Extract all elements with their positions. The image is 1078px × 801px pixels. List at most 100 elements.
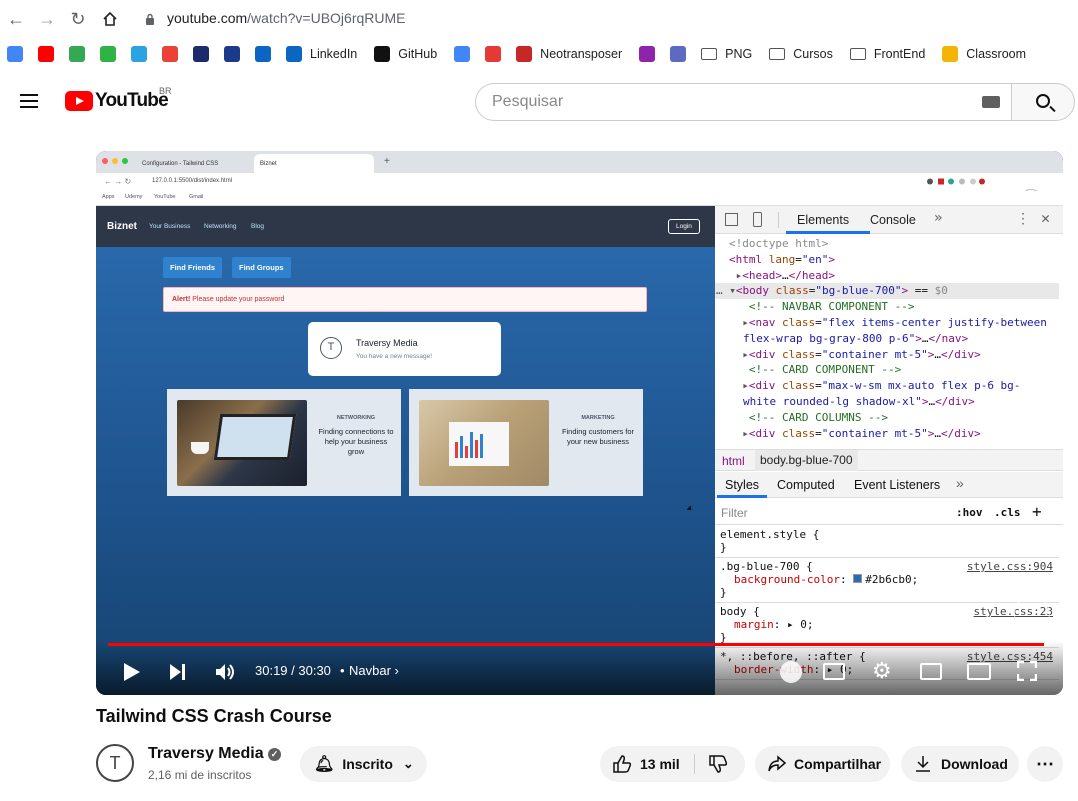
- share-button[interactable]: Compartilhar: [755, 746, 890, 782]
- bookmark-item[interactable]: LinkedIn: [279, 46, 367, 62]
- card-tag: NETWORKING: [336, 415, 376, 421]
- forward-icon[interactable]: →: [35, 7, 59, 31]
- bookmark-item[interactable]: [155, 46, 186, 62]
- video-browser-tabs: Configuration - Tailwind CSS Biznet +: [96, 151, 1063, 173]
- fullscreen-icon[interactable]: [1016, 660, 1038, 682]
- property-value: ▸ 0: [787, 618, 807, 631]
- channel-name: Traversy Media: [148, 745, 264, 762]
- tab-label: Configuration - Tailwind CSS: [142, 160, 219, 167]
- bookmark-item[interactable]: [62, 46, 93, 62]
- miniplayer-icon[interactable]: [920, 663, 942, 680]
- site-login-button: Login: [668, 219, 700, 234]
- reload-icon[interactable]: ↻: [66, 7, 90, 31]
- bell-icon: 🔔︎: [314, 756, 335, 773]
- bookmark-item[interactable]: Neotransposer: [509, 46, 632, 62]
- logo-text: YouTube: [95, 90, 169, 111]
- player-controls: [96, 641, 1063, 695]
- bookmark-label: Classroom: [966, 47, 1027, 61]
- translate-icon: [454, 46, 471, 62]
- bookmark-item[interactable]: FrontEnd: [843, 47, 935, 61]
- video-player[interactable]: Configuration - Tailwind CSS Biznet + ← …: [96, 151, 1063, 695]
- bookmark-item[interactable]: [447, 46, 478, 62]
- like-count: 13 mil: [640, 756, 680, 772]
- subscribed-button[interactable]: 🔔︎ Inscrito ⌄: [300, 746, 427, 782]
- dom-tree-line: <!doctype html>: [729, 237, 829, 250]
- youtube-play-icon: [65, 91, 93, 111]
- crumb-body: body.bg-blue-700: [755, 450, 858, 471]
- channel-watermark-icon[interactable]: [1014, 596, 1050, 632]
- subtitles-icon[interactable]: [823, 663, 845, 680]
- search-icon: [1036, 94, 1050, 108]
- bookmark-item[interactable]: [31, 46, 62, 62]
- autoplay-toggle[interactable]: [780, 661, 802, 683]
- bookmark-item[interactable]: [248, 46, 279, 62]
- home-icon[interactable]: [98, 7, 122, 31]
- whatsapp-icon: [100, 46, 116, 62]
- bookmark-item[interactable]: GitHub: [367, 46, 447, 62]
- site-card-networking: NETWORKING Finding connections to help y…: [167, 389, 401, 496]
- bookmark-item[interactable]: [632, 46, 663, 62]
- dislike-button[interactable]: [708, 754, 728, 777]
- progress-fill: [108, 643, 1045, 646]
- app-icon-4: [670, 46, 687, 62]
- subscriber-count: 2,16 mi de inscritos: [148, 768, 252, 782]
- address-bar[interactable]: youtube.com/watch?v=UBOj6rqRUME: [167, 10, 406, 26]
- bookmark-label: GitHub: [398, 47, 438, 61]
- bookmark-item[interactable]: [124, 46, 155, 62]
- device-icon: [753, 212, 762, 227]
- cls-toggle: .cls: [994, 506, 1021, 519]
- like-button[interactable]: [612, 754, 632, 777]
- bookmark-item[interactable]: [663, 46, 694, 62]
- outlook-icon: [255, 46, 271, 62]
- search-input[interactable]: Pesquisar: [475, 83, 1012, 121]
- youtube-logo[interactable]: YouTube BR: [65, 86, 172, 112]
- bookmark-item[interactable]: Classroom: [935, 46, 1036, 62]
- play-button[interactable]: [123, 662, 141, 687]
- bookmark-item[interactable]: [186, 46, 217, 62]
- alert-strong: Alert!: [172, 296, 191, 303]
- channel-name-row[interactable]: Traversy Media ✓: [148, 745, 282, 763]
- chapter-link[interactable]: Navbar ›: [349, 663, 399, 678]
- dom-tree: <!doctype html> <html lang="en"> ▸<head>……: [715, 236, 1059, 447]
- video-info: Tailwind CSS Crash Course T Traversy Med…: [96, 706, 1063, 782]
- styles-filter-bar: Filter :hov .cls +: [715, 499, 1063, 525]
- find-groups-button: Find Groups: [232, 257, 291, 278]
- card-tag: MARKETING: [581, 415, 615, 421]
- new-rule-icon: +: [1032, 502, 1042, 521]
- site-nav-item: Networking: [204, 223, 237, 230]
- bookmark-label: PNG: [725, 47, 753, 61]
- crumb-html: html: [722, 454, 745, 468]
- search-button[interactable]: [1011, 83, 1075, 121]
- dom-tree-line: ▸<head>…</head>: [735, 268, 835, 282]
- devtools-tab-elements: Elements: [797, 213, 850, 227]
- bookmark-item[interactable]: Cursos: [762, 47, 843, 61]
- bookmark-item[interactable]: [0, 46, 31, 62]
- search-placeholder: Pesquisar: [492, 93, 564, 110]
- video-extension-icons: [926, 177, 986, 186]
- next-button[interactable]: [169, 663, 187, 686]
- bookmark-item[interactable]: [478, 46, 509, 62]
- dom-tree-line: ▸<div class="container mt-5">…</div>: [742, 347, 981, 361]
- download-button[interactable]: Download: [901, 746, 1019, 782]
- bookmark-item[interactable]: PNG: [694, 47, 762, 61]
- settings-icon[interactable]: ⚙: [872, 660, 892, 682]
- lock-icon[interactable]: [145, 12, 155, 30]
- bookmark-item[interactable]: [217, 46, 248, 62]
- theater-mode-icon[interactable]: [967, 663, 991, 680]
- toast-text: You have a new message!: [356, 353, 433, 360]
- video-address-bar: ← → ↻ 127.0.0.1:5500/dist/index.html i: [96, 173, 1063, 211]
- channel-avatar[interactable]: T: [96, 744, 134, 782]
- keyboard-icon[interactable]: [982, 96, 1000, 108]
- menu-icon[interactable]: [20, 94, 38, 112]
- bookmark-item[interactable]: [93, 46, 124, 62]
- address-path: /watch?v=UBOj6rqRUME: [247, 10, 406, 26]
- volume-icon[interactable]: [215, 662, 237, 687]
- mouse-cursor-icon: [686, 505, 694, 513]
- share-icon: [768, 755, 787, 772]
- dom-tree-line: <!-- CARD COLUMNS -->: [748, 410, 888, 424]
- more-actions-button[interactable]: ⋯: [1027, 746, 1063, 782]
- back-icon[interactable]: ←: [4, 7, 28, 31]
- chevron-down-icon: ⌄: [402, 756, 414, 771]
- devtools-close-icon: ✕: [1041, 209, 1051, 227]
- new-tab-icon: +: [384, 156, 390, 167]
